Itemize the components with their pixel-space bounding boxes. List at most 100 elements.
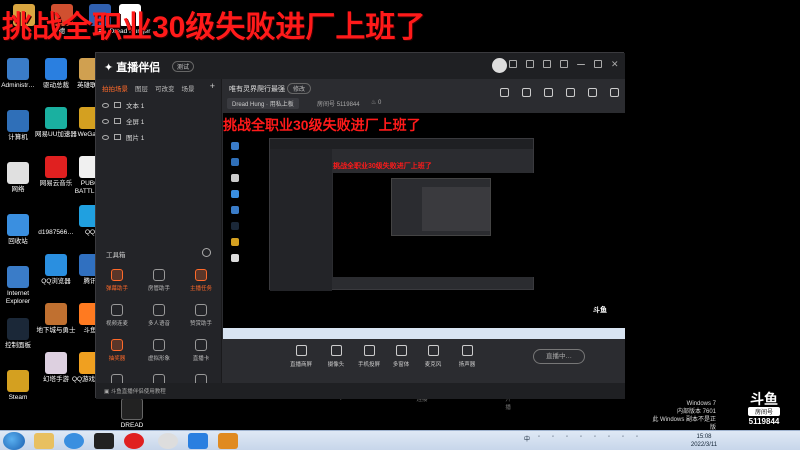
game-category-button[interactable]: Dread Hung · 用私上板	[227, 98, 299, 109]
room-title: 唯有灵界爬行最强	[229, 86, 285, 93]
tool-item[interactable]: 视频连麦	[96, 304, 138, 327]
start-button[interactable]	[3, 432, 25, 450]
tray-icon[interactable]: ◦	[608, 434, 616, 444]
control-label: 手机投屏	[357, 362, 380, 368]
source-item-image[interactable]: 图片 1	[96, 129, 221, 145]
eye-icon[interactable]	[102, 118, 109, 124]
tool-item[interactable]: 抽奖器	[96, 339, 138, 362]
app-icon	[45, 156, 67, 178]
app-icon	[45, 303, 67, 325]
tool-label: 抽奖器	[108, 356, 126, 362]
tool-icon	[111, 304, 123, 316]
menu-icon[interactable]	[560, 60, 568, 68]
mic-icon[interactable]	[566, 88, 575, 97]
source-item-text[interactable]: 文本 1	[96, 97, 221, 113]
tool-item[interactable]: 赞赏助手	[180, 304, 222, 327]
ime-indicator[interactable]: 中	[524, 434, 532, 444]
scene-panel: 拍拍场景 图层 可改变 场景 + 文本 1 全屏 1 图片 1 工具箱 弹幕助手…	[96, 79, 222, 386]
source-item-fullscreen[interactable]: 全屏 1	[96, 113, 221, 129]
control-icon	[330, 345, 342, 356]
speaker-button[interactable]: 扬声器	[449, 345, 485, 368]
control-icon	[295, 345, 307, 356]
share-screen-icon[interactable]	[500, 88, 509, 97]
tab-scene[interactable]: 拍拍场景	[102, 83, 128, 93]
control-bar: 直播中… 直播商屏 摄像头 手机投屏 多窗体 麦克风 扬声器	[223, 339, 625, 383]
desktop-icon-label: 计算机	[8, 134, 28, 141]
tray-icon[interactable]: ◦	[580, 434, 588, 444]
taskbar-live-companion[interactable]	[188, 433, 208, 449]
tutorial-tip[interactable]: ▣ 斗鱼直播伴侣使用教程	[96, 383, 625, 399]
scene-tabs: 拍拍场景 图层 可改变 场景 +	[96, 79, 221, 97]
taskbar-clock[interactable]: 15:08 2022/3/11	[684, 433, 724, 449]
tool-icon	[153, 269, 165, 281]
tool-item[interactable]: 直播卡	[180, 339, 222, 362]
tab-change[interactable]: 可改变	[155, 83, 175, 93]
taskbar-unknown[interactable]	[218, 433, 238, 449]
camera-button[interactable]: 摄像头	[318, 345, 354, 368]
control-label: 多窗体	[392, 362, 410, 368]
maximize-icon[interactable]	[594, 60, 602, 68]
taskbar-netease-music[interactable]	[124, 433, 144, 449]
taskbar-wegame[interactable]	[94, 433, 114, 449]
room-number: 房间号 5119844	[317, 102, 360, 108]
multi-window-button[interactable]: 多窗体	[383, 345, 419, 368]
lock-icon[interactable]	[544, 88, 553, 97]
tool-icon	[111, 269, 123, 281]
app-icon	[45, 352, 67, 374]
screen-share-button[interactable]: 直播商屏	[283, 345, 319, 368]
tray-icon[interactable]: ◦	[538, 434, 546, 444]
tab-scenes[interactable]: 场景	[182, 83, 195, 93]
live-companion-window: ✦ 直播伴侣 测试 ✕ 拍拍场景 图层 可改变 场景 + 文本 1 全屏 1 图…	[95, 52, 625, 411]
monitor-icon[interactable]	[526, 60, 534, 68]
app-icon	[45, 254, 67, 276]
tool-icon	[195, 304, 207, 316]
tray-icon[interactable]: ◦	[594, 434, 602, 444]
share-icon[interactable]	[610, 88, 619, 97]
stream-preview[interactable]: 挑战全职业30级失败进厂上班了 挑战全职业30级失败进厂上班了 斗鱼	[223, 113, 625, 339]
stream-overlay-title: 挑战全职业30级失败进厂上班了	[2, 11, 426, 44]
add-source-icon[interactable]: +	[210, 82, 215, 93]
desktop-icon-label: QQ浏览器	[41, 278, 71, 285]
eye-icon[interactable]	[102, 102, 109, 108]
image-icon	[114, 134, 121, 140]
tray-icon[interactable]: ◦	[552, 434, 560, 444]
fullscreen-icon	[114, 118, 121, 124]
settings-icon[interactable]	[543, 60, 551, 68]
minimize-icon[interactable]	[577, 64, 585, 65]
taskbar-qq[interactable]	[158, 433, 178, 449]
edit-title-button[interactable]: 修改	[287, 83, 312, 94]
tray-icon[interactable]: ◦	[566, 434, 574, 444]
toolbox-title: 工具箱	[106, 252, 126, 259]
tool-item[interactable]: 多人语音	[138, 304, 180, 327]
preview-overlay-title: 挑战全职业30级失败进厂上班了	[223, 117, 421, 133]
avatar[interactable]	[492, 58, 507, 73]
network-icon[interactable]: ◦	[636, 434, 644, 444]
tool-item[interactable]: 弹幕助手	[96, 269, 138, 292]
tool-label: 主播任务	[189, 286, 212, 292]
tab-layer[interactable]: 图层	[135, 83, 148, 93]
tool-label: 直播卡	[192, 356, 210, 362]
nested-preview: 挑战全职业30级失败进厂上班了	[269, 138, 534, 291]
tool-item[interactable]: 房管助手	[138, 269, 180, 292]
microphone-button[interactable]: 麦克风	[415, 345, 451, 368]
eye-icon[interactable]	[102, 134, 109, 140]
app-icon	[7, 58, 29, 80]
tool-item[interactable]: 主播任务	[180, 269, 222, 292]
desktop-icon-label: 网络	[11, 186, 25, 193]
taskbar-explorer[interactable]	[34, 433, 54, 449]
message-icon[interactable]	[509, 60, 517, 68]
record-icon[interactable]	[522, 88, 531, 97]
live-status-button[interactable]: 直播中…	[533, 349, 585, 364]
control-icon	[363, 345, 375, 356]
bell-icon[interactable]	[588, 88, 597, 97]
nested-overlay-title: 挑战全职业30级失败进厂上班了	[333, 163, 432, 170]
toolbox-collapse-icon[interactable]	[202, 248, 211, 257]
phone-cast-button[interactable]: 手机投屏	[351, 345, 387, 368]
taskbar-browser[interactable]	[64, 433, 84, 449]
volume-icon[interactable]: ◦	[622, 434, 630, 444]
desktop-icon-label: QQ	[84, 229, 96, 236]
desktop-icon-label: Steam	[8, 394, 28, 401]
tool-icon	[195, 339, 207, 351]
tool-item[interactable]: 虚拟形象	[138, 339, 180, 362]
close-icon[interactable]: ✕	[611, 60, 619, 69]
